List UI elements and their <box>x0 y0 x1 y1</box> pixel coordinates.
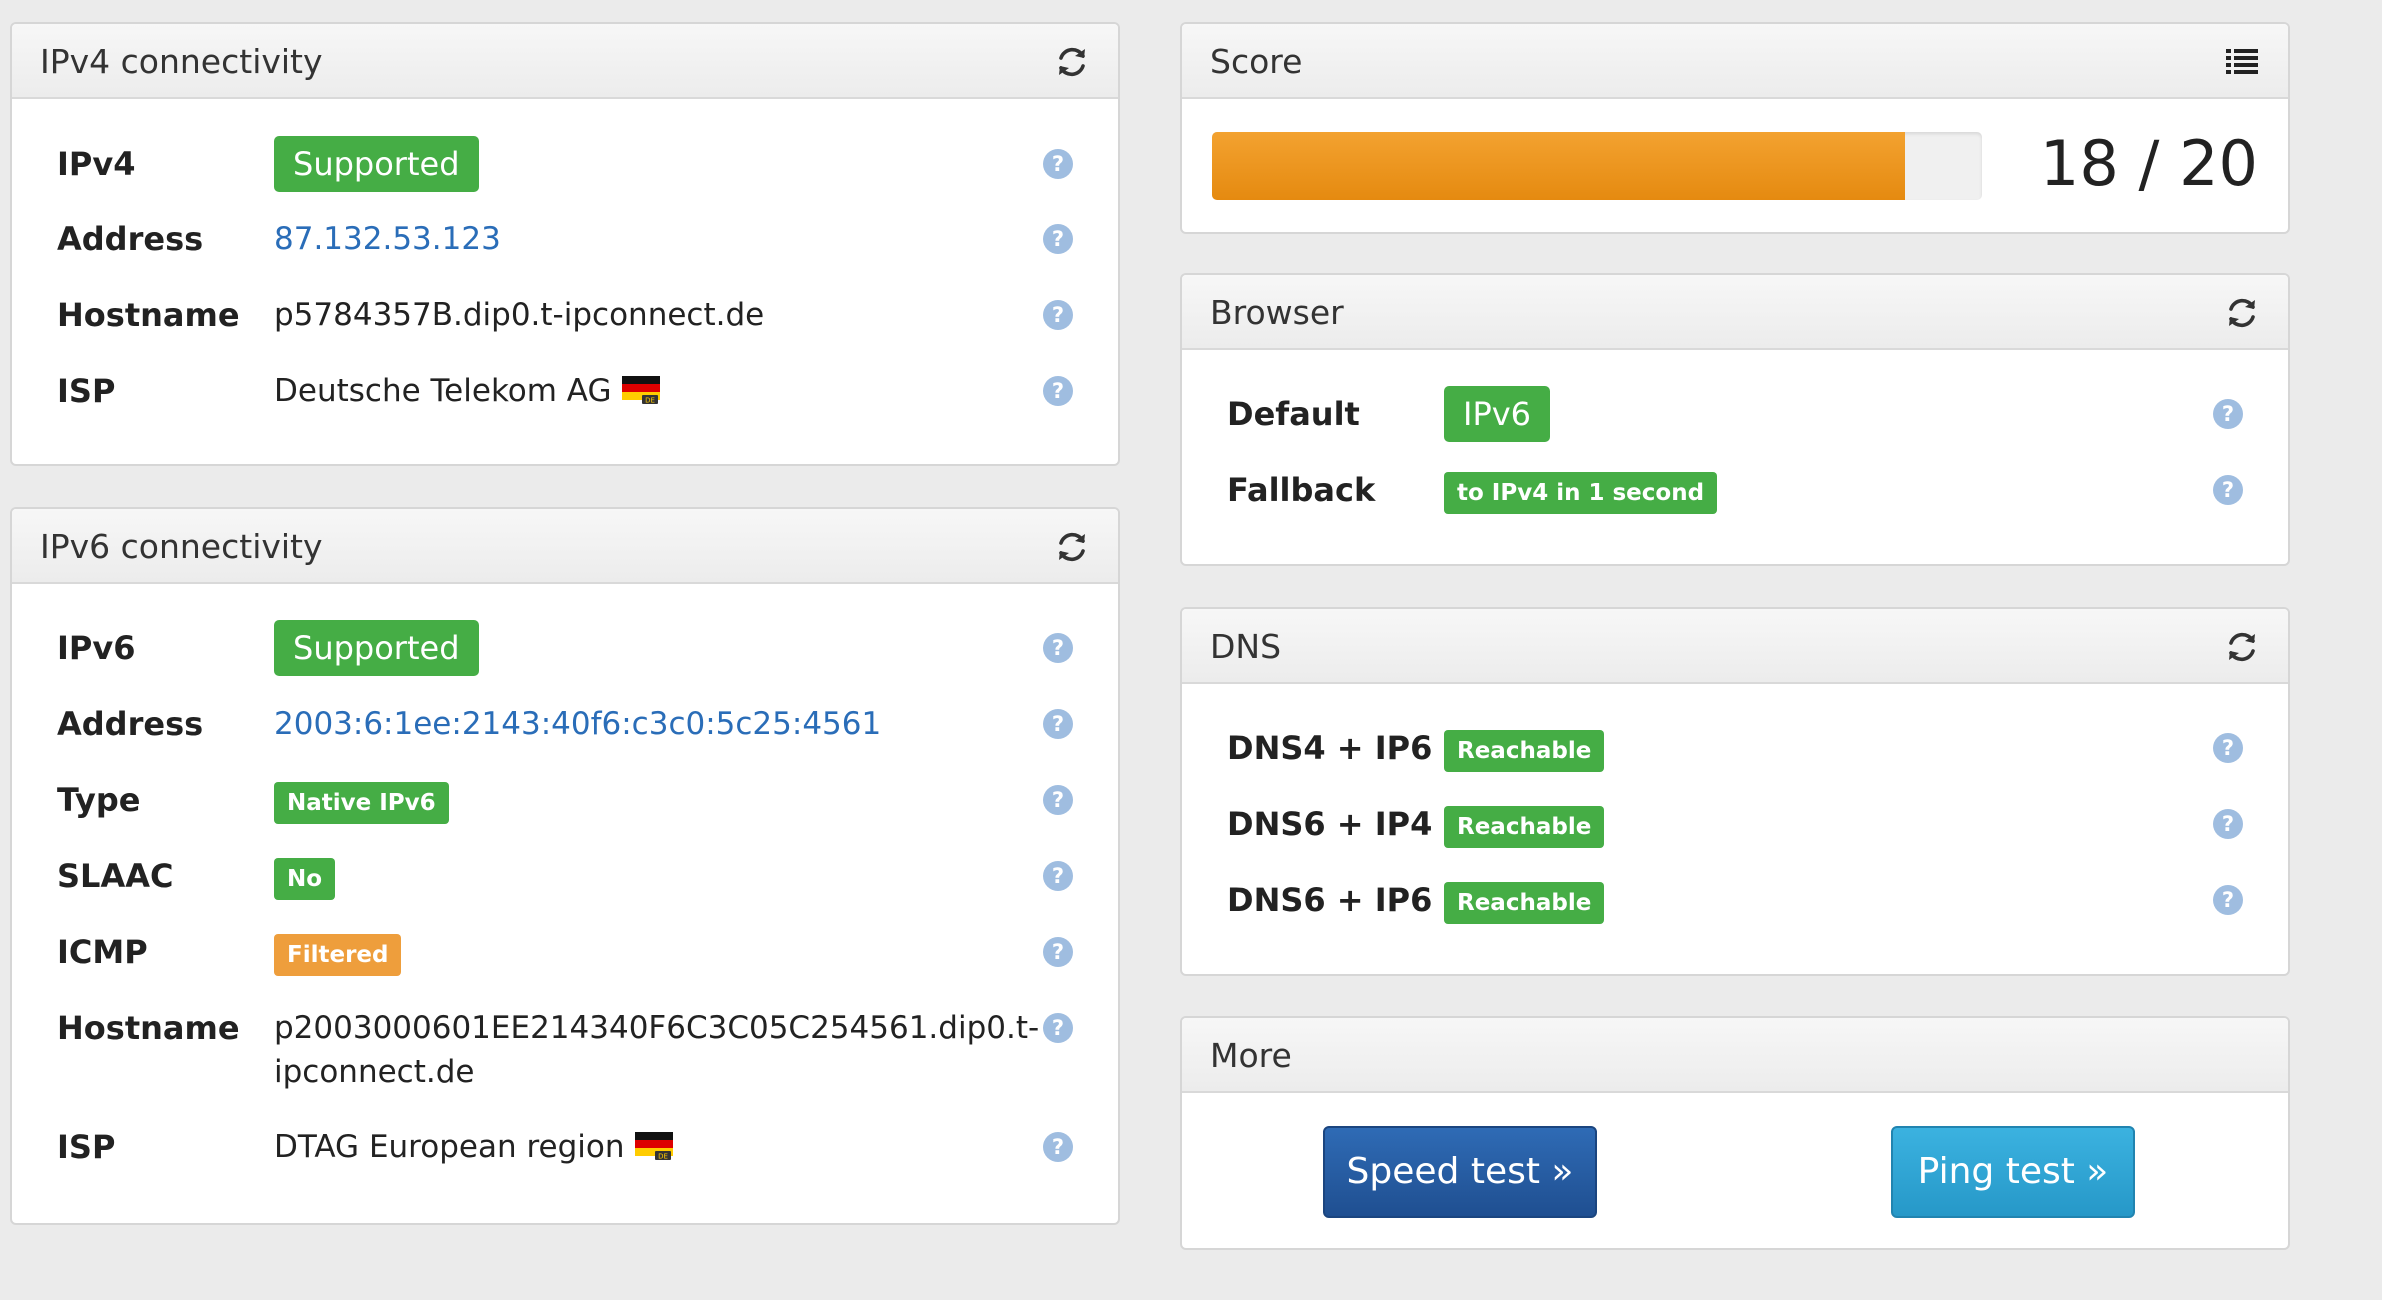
score-panel-header: Score <box>1182 24 2288 99</box>
row-label: IPv6 <box>57 629 136 667</box>
row-label: ICMP <box>57 933 148 971</box>
browser-panel-title: Browser <box>1210 293 1344 332</box>
refresh-icon[interactable] <box>2224 295 2260 331</box>
ipv4-panel-header: IPv4 connectivity <box>12 24 1118 99</box>
browser-default-badge: IPv6 <box>1444 386 1551 442</box>
row-label: Default <box>1227 395 1360 433</box>
ipv4-status-badge: Supported <box>274 136 479 192</box>
ipv6-panel-title: IPv6 connectivity <box>40 527 323 566</box>
germany-flag-icon: DE <box>634 1131 673 1160</box>
dns-panel-header: DNS <box>1182 609 2288 684</box>
ipv6-isp-value: DTAG European region DE <box>274 1126 673 1168</box>
row-label: DNS6 + IP6 <box>1227 881 1433 919</box>
svg-text:DE: DE <box>658 1152 668 1160</box>
help-icon[interactable]: ? <box>2213 885 2243 915</box>
row-label: DNS6 + IP4 <box>1227 805 1433 843</box>
refresh-icon[interactable] <box>2224 629 2260 665</box>
ipv6-icmp-badge: Filtered <box>274 931 402 976</box>
dns-status-badge: Reachable <box>1444 803 1605 848</box>
ipv4-address-link[interactable]: 87.132.53.123 <box>274 218 501 260</box>
help-icon[interactable]: ? <box>1043 224 1073 254</box>
help-icon[interactable]: ? <box>1043 633 1073 663</box>
help-icon[interactable]: ? <box>1043 300 1073 330</box>
more-panel-title: More <box>1210 1036 1292 1075</box>
ipv4-panel: IPv4 connectivity IPv4 Supported ? Addre… <box>10 22 1120 466</box>
score-panel: Score 18 / 20 <box>1180 22 2290 234</box>
score-panel-title: Score <box>1210 42 1303 81</box>
row-label: Type <box>57 781 141 819</box>
row-label: IPv4 <box>57 145 136 183</box>
ipv6-panel-header: IPv6 connectivity <box>12 509 1118 584</box>
help-icon[interactable]: ? <box>1043 149 1073 179</box>
ipv6-address-link[interactable]: 2003:6:1ee:2143:40f6:c3c0:5c25:4561 <box>274 703 881 745</box>
row-label: Address <box>57 220 204 258</box>
ipv6-hostname-value: p2003000601EE214340F6C3C05C254561.dip0.t… <box>274 1010 1040 1046</box>
ipv6-status-badge: Supported <box>274 620 479 676</box>
help-icon[interactable]: ? <box>1043 709 1073 739</box>
ipv6-panel: IPv6 connectivity IPv6 Supported ? Addre… <box>10 507 1120 1225</box>
ipv6-type-badge: Native IPv6 <box>274 779 449 824</box>
more-panel-header: More <box>1182 1018 2288 1093</box>
row-label: DNS4 + IP6 <box>1227 729 1433 767</box>
help-icon[interactable]: ? <box>2213 733 2243 763</box>
ping-test-button[interactable]: Ping test » <box>1891 1126 2135 1218</box>
help-icon[interactable]: ? <box>1043 376 1073 406</box>
germany-flag-icon: DE <box>621 375 660 404</box>
ipv4-isp-value: Deutsche Telekom AG DE <box>274 370 660 412</box>
browser-fallback-badge: to IPv4 in 1 second <box>1444 469 1718 514</box>
dns-panel: DNS DNS4 + IP6 Reachable ? DNS6 + IP4 Re… <box>1180 607 2290 976</box>
row-label: SLAAC <box>57 857 174 895</box>
row-label: Hostname <box>57 1009 240 1047</box>
row-label: Fallback <box>1227 471 1376 509</box>
help-icon[interactable]: ? <box>1043 785 1073 815</box>
ipv4-panel-title: IPv4 connectivity <box>40 42 323 81</box>
ipv4-hostname-value: p5784357B.dip0.t-ipconnect.de <box>274 297 765 333</box>
browser-panel: Browser Default IPv6 ? Fallback to IPv4 … <box>1180 273 2290 566</box>
ipv6-hostname-value-cont: ipconnect.de <box>274 1054 475 1090</box>
dns-status-badge: Reachable <box>1444 727 1605 772</box>
row-label: ISP <box>57 372 116 410</box>
help-icon[interactable]: ? <box>1043 1013 1073 1043</box>
ipv6-slaac-badge: No <box>274 855 336 900</box>
help-icon[interactable]: ? <box>2213 399 2243 429</box>
help-icon[interactable]: ? <box>1043 1132 1073 1162</box>
help-icon[interactable]: ? <box>1043 937 1073 967</box>
help-icon[interactable]: ? <box>2213 809 2243 839</box>
svg-text:DE: DE <box>645 396 655 404</box>
row-label: Hostname <box>57 296 240 334</box>
more-panel: More Speed test » Ping test » <box>1180 1016 2290 1250</box>
refresh-icon[interactable] <box>1054 44 1090 80</box>
row-label: Address <box>57 705 204 743</box>
speed-test-button[interactable]: Speed test » <box>1323 1126 1597 1218</box>
dns-panel-title: DNS <box>1210 627 1282 666</box>
refresh-icon[interactable] <box>1054 529 1090 565</box>
score-progress-bar <box>1212 132 1982 200</box>
browser-panel-header: Browser <box>1182 275 2288 350</box>
dns-status-badge: Reachable <box>1444 879 1605 924</box>
list-icon[interactable] <box>2224 44 2260 80</box>
score-progress-fill <box>1212 132 1905 200</box>
help-icon[interactable]: ? <box>2213 475 2243 505</box>
help-icon[interactable]: ? <box>1043 861 1073 891</box>
row-label: ISP <box>57 1128 116 1166</box>
score-value: 18 / 20 <box>2039 127 2258 200</box>
